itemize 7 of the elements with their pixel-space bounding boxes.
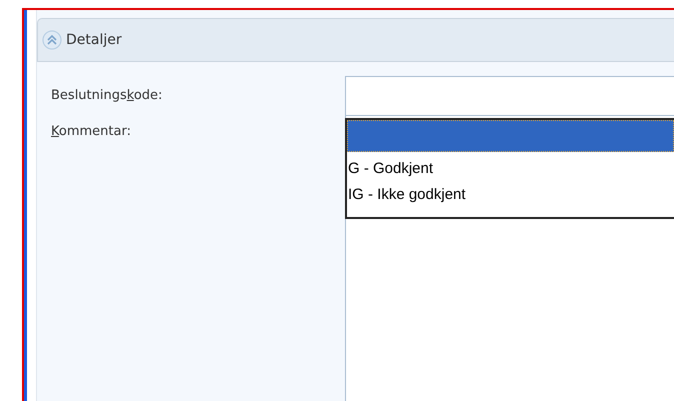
panel-title: Detaljer [66,32,122,48]
list-option[interactable]: IG - Ikke godkjent [347,182,674,208]
list-option[interactable]: G - Godkjent [347,156,674,182]
field-label: Kommentar: [51,124,131,139]
collapse-icon[interactable] [42,30,62,50]
field-label: Beslutningskode: [51,88,162,103]
input-field[interactable] [345,76,674,116]
